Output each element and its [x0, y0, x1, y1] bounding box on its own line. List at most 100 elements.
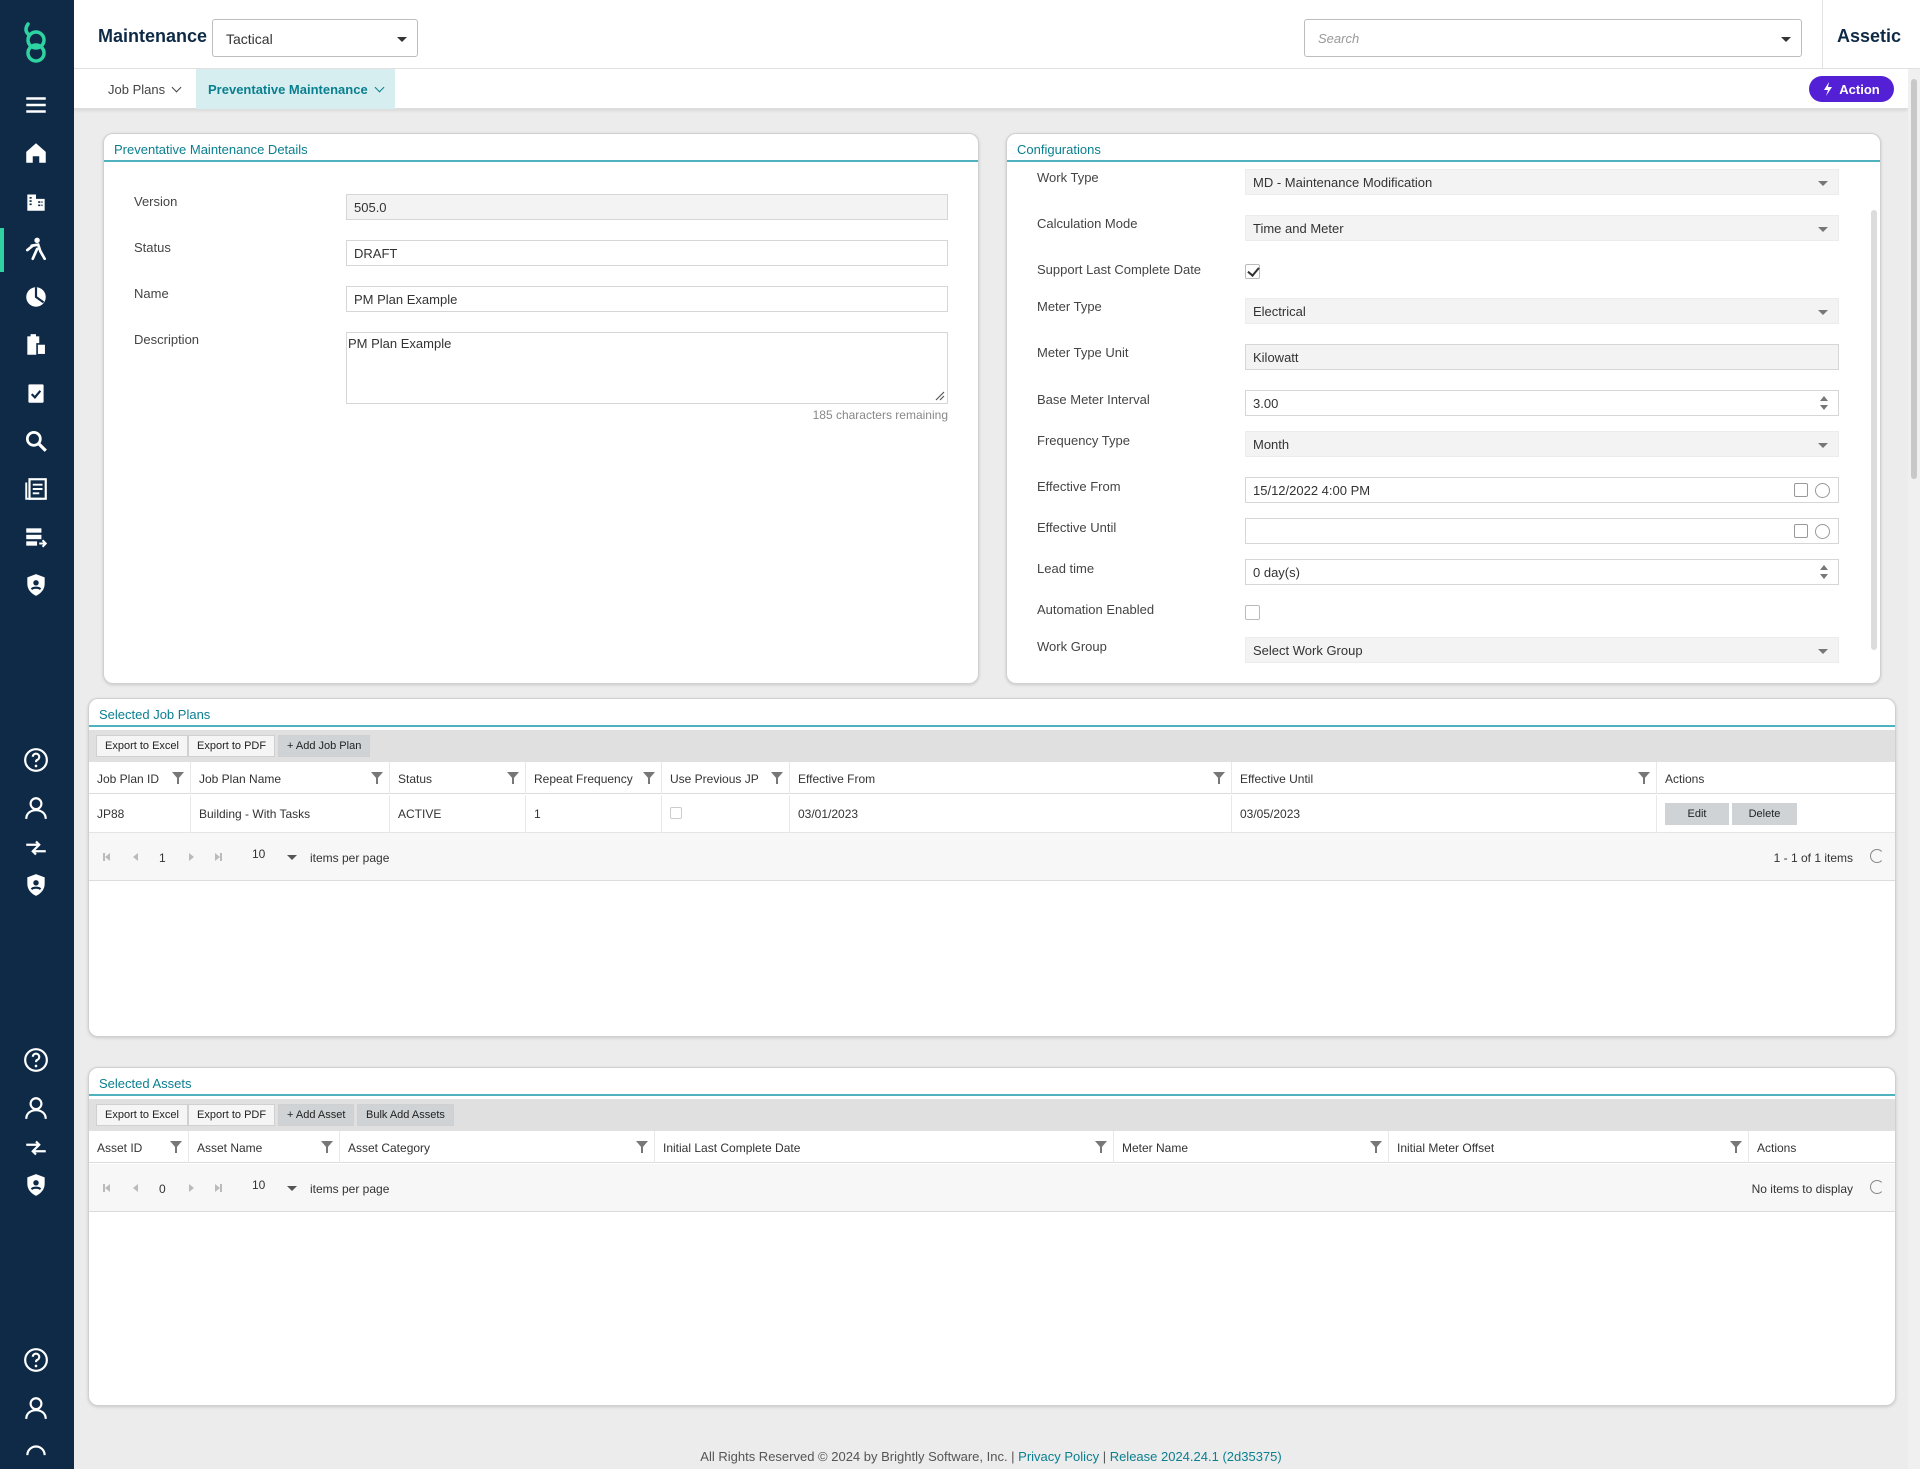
export-pdf-button[interactable]: Export to PDF — [188, 735, 276, 757]
last-page-icon[interactable] — [220, 853, 222, 861]
support-last-complete-checkbox[interactable] — [1245, 264, 1260, 279]
filter-icon[interactable] — [1213, 772, 1225, 784]
table-row[interactable]: JP88 Building - With Tasks ACTIVE 1 03/0… — [89, 795, 1895, 833]
help-icon[interactable] — [21, 745, 51, 775]
status-field[interactable]: DRAFT — [346, 240, 948, 266]
action-button[interactable]: Action — [1809, 76, 1894, 102]
calendar-icon[interactable] — [1794, 524, 1808, 538]
chevron-down-icon[interactable] — [287, 1186, 297, 1191]
meter-type-select[interactable]: Electrical — [1245, 298, 1839, 324]
column-header[interactable]: Initial Last Complete Date — [655, 1131, 1114, 1163]
first-page-icon[interactable] — [105, 853, 110, 861]
delete-button[interactable]: Delete — [1732, 803, 1797, 825]
column-header[interactable]: Effective Until — [1232, 762, 1657, 794]
user-icon[interactable] — [21, 793, 51, 823]
context-select[interactable]: Tactical — [212, 19, 418, 57]
add-job-plan-button[interactable]: + Add Job Plan — [278, 735, 371, 757]
export-pdf-button[interactable]: Export to PDF — [188, 1104, 276, 1126]
scrollbar-thumb[interactable] — [1911, 79, 1917, 479]
name-field[interactable]: PM Plan Example — [346, 286, 948, 312]
prev-page-icon[interactable] — [133, 1184, 138, 1192]
page-scrollbar[interactable] — [1908, 69, 1920, 1469]
tab-preventative-maintenance[interactable]: Preventative Maintenance — [196, 69, 395, 109]
column-header[interactable]: Asset Category — [340, 1131, 655, 1163]
filter-icon[interactable] — [170, 1141, 182, 1153]
spin-down-icon[interactable] — [1820, 405, 1828, 410]
prev-page-icon[interactable] — [133, 853, 138, 861]
column-header[interactable]: Meter Name — [1114, 1131, 1389, 1163]
buildings-icon[interactable] — [21, 186, 51, 216]
arrows-icon[interactable] — [21, 833, 51, 863]
filter-icon[interactable] — [636, 1141, 648, 1153]
arrows-icon[interactable] — [21, 1438, 51, 1468]
work-group-select[interactable]: Select Work Group — [1245, 637, 1839, 663]
column-header[interactable]: Job Plan Name — [191, 762, 390, 794]
filter-icon[interactable] — [1370, 1141, 1382, 1153]
frequency-type-select[interactable]: Month — [1245, 431, 1839, 457]
bulk-add-assets-button[interactable]: Bulk Add Assets — [357, 1104, 454, 1126]
release-link[interactable]: Release 2024.24.1 (2d35375) — [1110, 1449, 1282, 1464]
filter-icon[interactable] — [1095, 1141, 1107, 1153]
automation-enabled-checkbox[interactable] — [1245, 605, 1260, 620]
user-icon[interactable] — [21, 1093, 51, 1123]
last-page-icon[interactable] — [220, 1184, 222, 1192]
edit-button[interactable]: Edit — [1665, 803, 1729, 825]
help-icon[interactable] — [21, 1345, 51, 1375]
filter-icon[interactable] — [1638, 772, 1650, 784]
shield-icon[interactable] — [21, 1170, 51, 1200]
data-transfer-icon[interactable] — [21, 522, 51, 552]
shield-icon[interactable] — [21, 870, 51, 900]
column-header[interactable]: Use Previous JP — [662, 762, 790, 794]
column-header[interactable]: Repeat Frequency — [526, 762, 662, 794]
description-field[interactable]: PM Plan Example — [346, 332, 948, 404]
first-page-icon[interactable] — [105, 1184, 110, 1192]
column-header[interactable]: Effective From — [790, 762, 1232, 794]
column-header[interactable]: Status — [390, 762, 526, 794]
spin-up-icon[interactable] — [1820, 565, 1828, 570]
refresh-icon[interactable] — [1870, 849, 1884, 863]
export-excel-button[interactable]: Export to Excel — [96, 1104, 188, 1126]
effective-until-input[interactable] — [1245, 518, 1839, 544]
add-asset-button[interactable]: + Add Asset — [278, 1104, 355, 1126]
filter-icon[interactable] — [371, 772, 383, 784]
chevron-down-icon[interactable] — [287, 855, 297, 860]
filter-icon[interactable] — [771, 772, 783, 784]
lead-time-input[interactable]: 0 day(s) — [1245, 559, 1839, 585]
maintenance-worker-icon[interactable] — [21, 234, 51, 264]
spin-down-icon[interactable] — [1820, 574, 1828, 579]
column-header[interactable]: Asset ID — [89, 1131, 189, 1163]
checklist-icon[interactable] — [21, 378, 51, 408]
arrows-icon[interactable] — [21, 1133, 51, 1163]
documents-icon[interactable] — [21, 474, 51, 504]
page-number[interactable]: 1 — [159, 851, 166, 865]
resize-handle-icon[interactable] — [933, 389, 945, 401]
refresh-icon[interactable] — [1870, 1180, 1884, 1194]
menu-icon[interactable] — [21, 90, 51, 120]
home-icon[interactable] — [21, 138, 51, 168]
tab-job-plans[interactable]: Job Plans — [96, 69, 192, 109]
search-input[interactable]: Search — [1304, 19, 1802, 57]
filter-icon[interactable] — [643, 772, 655, 784]
export-excel-button[interactable]: Export to Excel — [96, 735, 188, 757]
filter-icon[interactable] — [172, 772, 184, 784]
next-page-icon[interactable] — [189, 853, 194, 861]
privacy-policy-link[interactable]: Privacy Policy — [1018, 1449, 1099, 1464]
calendar-icon[interactable] — [1794, 483, 1808, 497]
filter-icon[interactable] — [507, 772, 519, 784]
column-header[interactable]: Asset Name — [189, 1131, 340, 1163]
calculation-mode-select[interactable]: Time and Meter — [1245, 215, 1839, 241]
brightly-logo-icon[interactable] — [18, 20, 54, 64]
page-number[interactable]: 0 — [159, 1182, 166, 1196]
filter-icon[interactable] — [321, 1141, 333, 1153]
filter-icon[interactable] — [1730, 1141, 1742, 1153]
help-icon[interactable] — [21, 1045, 51, 1075]
finance-icon[interactable] — [21, 282, 51, 312]
panel-scrollbar[interactable] — [1871, 210, 1877, 650]
page-size-select[interactable]: 10 — [252, 1178, 265, 1192]
clock-icon[interactable] — [1815, 524, 1830, 539]
next-page-icon[interactable] — [189, 1184, 194, 1192]
base-meter-interval-input[interactable]: 3.00 — [1245, 390, 1839, 416]
page-size-select[interactable]: 10 — [252, 847, 265, 861]
column-header[interactable]: Initial Meter Offset — [1389, 1131, 1749, 1163]
column-header[interactable]: Job Plan ID — [89, 762, 191, 794]
